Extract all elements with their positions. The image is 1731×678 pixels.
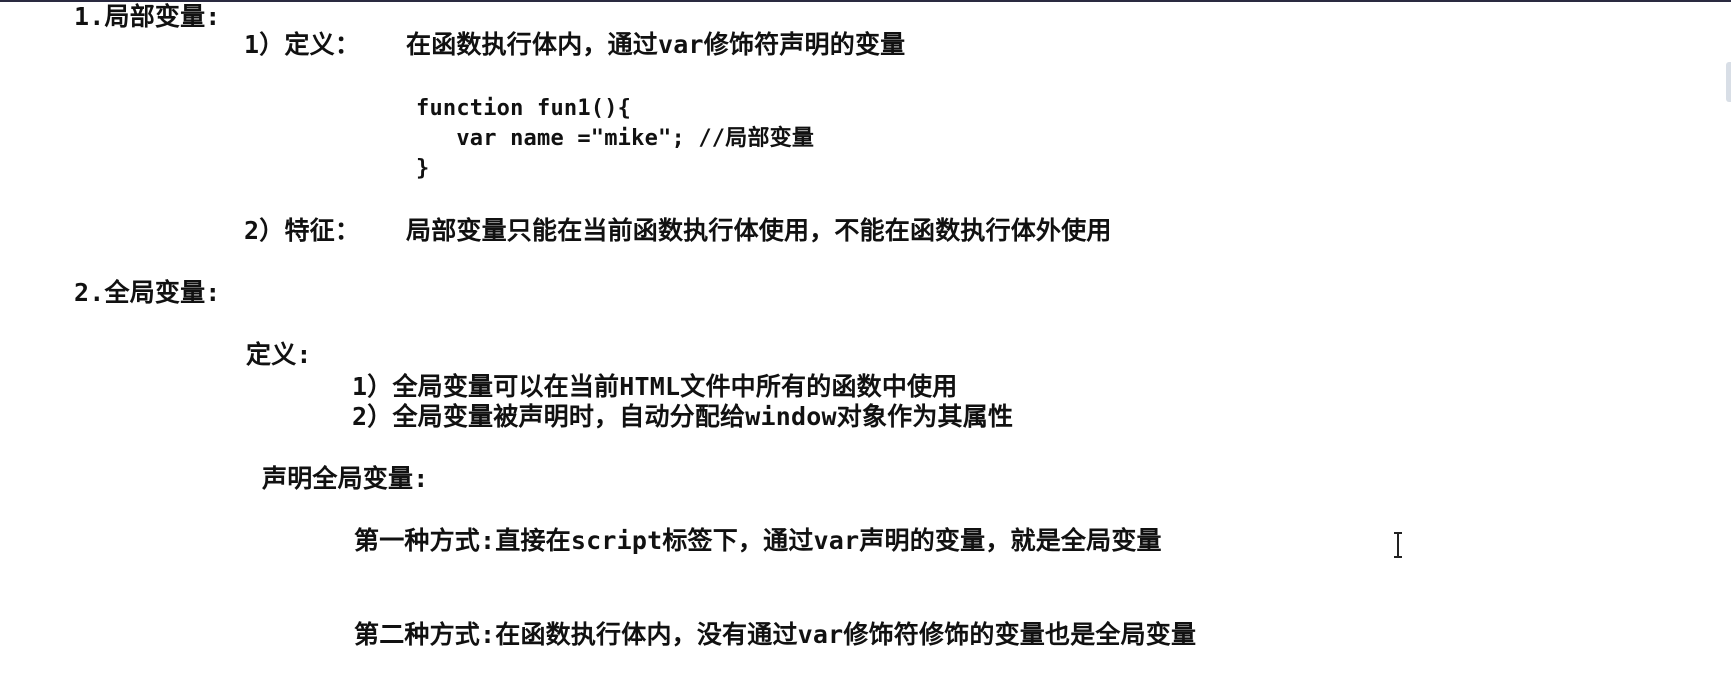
- scroll-edge-indicator: [1726, 62, 1731, 102]
- code-line-3: }: [416, 156, 430, 181]
- section1-feature-label: 2）特征：: [244, 216, 361, 245]
- code-line-1: function fun1(){: [416, 96, 632, 121]
- section2-heading: 2.全局变量:: [74, 278, 221, 307]
- section1-feature-text: 局部变量只能在当前函数执行体使用，不能在函数执行体外使用: [406, 216, 1112, 245]
- declare-label: 声明全局变量:: [262, 464, 429, 493]
- definition-item-2: 2）全局变量被声明时，自动分配给window对象作为其属性: [352, 402, 1014, 431]
- definition-item-1: 1）全局变量可以在当前HTML文件中所有的函数中使用: [352, 372, 958, 401]
- text-cursor-icon: [1394, 532, 1402, 558]
- section1-definition-label: 1）定义：: [244, 30, 361, 59]
- declare-way-2: 第二种方式:在函数执行体内，没有通过var修饰符修饰的变量也是全局变量: [354, 620, 1197, 649]
- code-line-2: var name ="mike"; //局部变量: [416, 126, 815, 151]
- top-border: [0, 0, 1731, 2]
- section1-definition-text: 在函数执行体内，通过var修饰符声明的变量: [406, 30, 906, 59]
- section2-definition-label: 定义:: [246, 340, 312, 369]
- declare-way-1: 第一种方式:直接在script标签下，通过var声明的变量，就是全局变量: [354, 526, 1162, 555]
- section1-heading: 1.局部变量:: [74, 2, 221, 31]
